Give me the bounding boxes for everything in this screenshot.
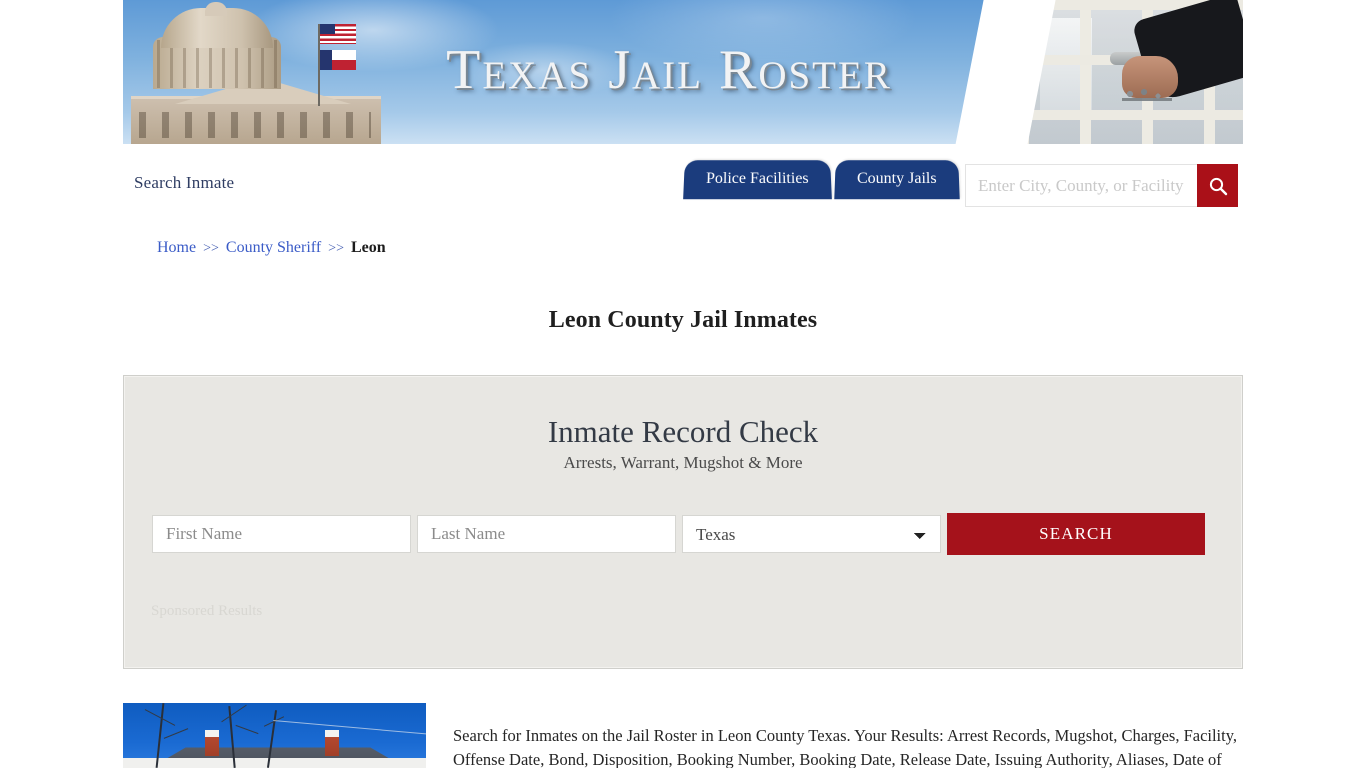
facility-search-button[interactable] (1197, 164, 1238, 207)
tab-county-jails[interactable]: County Jails (833, 160, 959, 200)
county-jail-photo (123, 703, 426, 768)
record-check-form: Texas SEARCH (152, 513, 1216, 555)
breadcrumb-separator: >> (203, 241, 219, 256)
site-banner: Texas Jail Roster (123, 0, 1243, 144)
panel-title: Inmate Record Check (547, 414, 819, 449)
jail-door-image (1018, 0, 1243, 144)
page-title: Leon County Jail Inmates (548, 307, 818, 334)
sponsored-results-label: Sponsored Results (151, 603, 263, 619)
first-name-input[interactable] (152, 515, 411, 553)
breadcrumb-item-home[interactable]: Home (157, 239, 196, 256)
facility-search-group (965, 164, 1238, 207)
search-icon (1209, 177, 1227, 195)
inmate-record-check-panel: Inmate Record Check Arrests, Warrant, Mu… (123, 375, 1243, 669)
header-nav: Search Inmate Police Facilities County J… (123, 144, 1243, 222)
texas-flag-icon (320, 50, 356, 70)
tab-police-facilities[interactable]: Police Facilities (683, 160, 832, 200)
nav-tabs: Police Facilities County Jails (683, 160, 959, 200)
breadcrumb-separator: >> (328, 241, 344, 256)
us-flag-icon (320, 24, 356, 44)
search-inmate-link[interactable]: Search Inmate (134, 173, 234, 193)
content-body-text: Search for Inmates on the Jail Roster in… (453, 725, 1238, 768)
record-check-search-button[interactable]: SEARCH (947, 513, 1205, 555)
state-select[interactable]: Texas (682, 515, 941, 553)
last-name-input[interactable] (417, 515, 676, 553)
facility-search-input[interactable] (965, 164, 1197, 207)
page-root: Texas Jail Roster Search Inmate Police F… (0, 0, 1366, 768)
breadcrumb-item-current: Leon (350, 239, 386, 256)
breadcrumb: Home >> County Sheriff >> Leon (157, 239, 386, 257)
texas-capitol-image (123, 0, 408, 144)
keys-icon (1122, 88, 1172, 130)
breadcrumb-item-county-sheriff[interactable]: County Sheriff (226, 239, 321, 256)
panel-subtitle: Arrests, Warrant, Mugshot & More (563, 453, 803, 472)
content-section: Search for Inmates on the Jail Roster in… (123, 703, 1243, 768)
